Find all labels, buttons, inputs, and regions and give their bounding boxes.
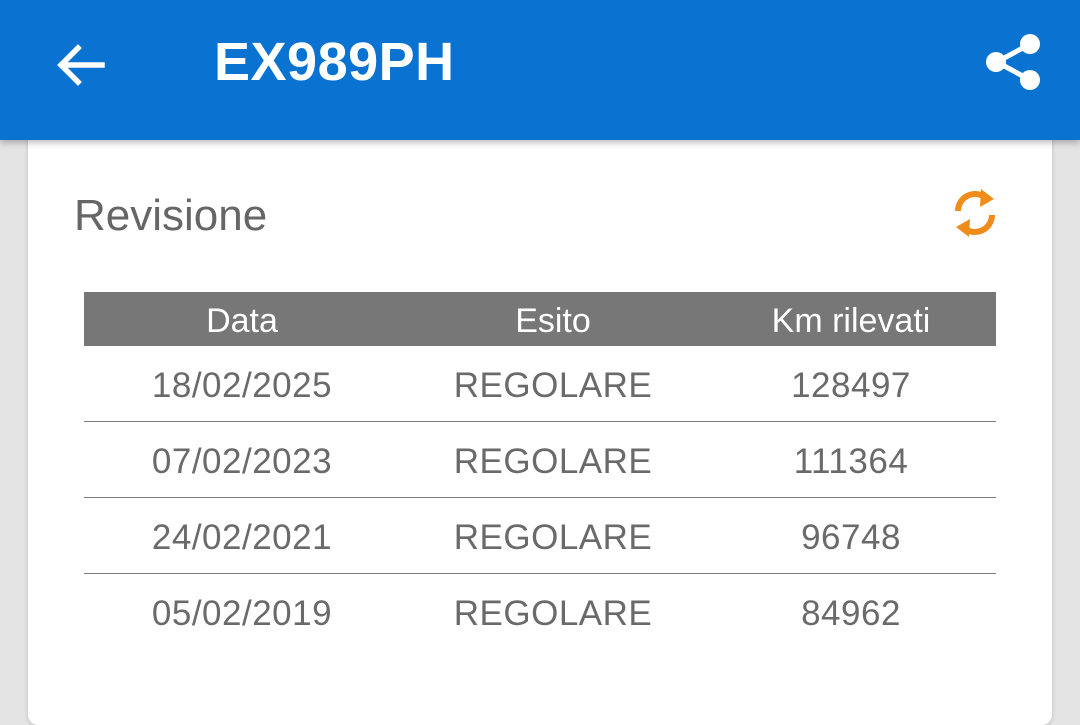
share-icon <box>986 34 1040 90</box>
cell-esito: REGOLARE <box>453 518 653 557</box>
back-button[interactable] <box>44 29 116 101</box>
arrow-left-icon <box>57 44 105 86</box>
column-header-data: Data <box>206 302 278 340</box>
app-bar: EX989PH <box>0 0 1080 140</box>
table-row: 18/02/2025 REGOLARE 128497 <box>84 346 996 422</box>
cell-data: 07/02/2023 <box>151 442 333 481</box>
revisione-table: Data Esito Km rilevati 18/02/2025 REGOLA… <box>84 292 996 649</box>
page-title: EX989PH <box>214 32 455 92</box>
revisione-card: Revisione Data Esito Km rilevati 18/02/2… <box>28 120 1052 725</box>
cell-data: 18/02/2025 <box>151 366 333 405</box>
cell-esito: REGOLARE <box>453 442 653 481</box>
cell-data: 05/02/2019 <box>151 594 333 633</box>
cell-km: 96748 <box>801 518 901 557</box>
table-row: 24/02/2021 REGOLARE 96748 <box>84 498 996 574</box>
cell-esito: REGOLARE <box>453 366 653 405</box>
cell-km: 111364 <box>793 442 909 481</box>
card-title: Revisione <box>74 191 268 240</box>
table-row: 05/02/2019 REGOLARE 84962 <box>84 574 996 649</box>
cell-km: 128497 <box>791 366 911 405</box>
cell-km: 84962 <box>801 594 901 633</box>
table-row: 07/02/2023 REGOLARE 111364 <box>84 422 996 498</box>
cell-esito: REGOLARE <box>453 594 653 633</box>
share-button[interactable] <box>974 23 1052 101</box>
column-header-esito: Esito <box>515 302 591 340</box>
refresh-button[interactable] <box>940 178 1010 248</box>
table-header: Data Esito Km rilevati <box>84 292 996 346</box>
column-header-km: Km rilevati <box>771 302 931 340</box>
refresh-icon <box>955 189 995 237</box>
cell-data: 24/02/2021 <box>151 518 333 557</box>
